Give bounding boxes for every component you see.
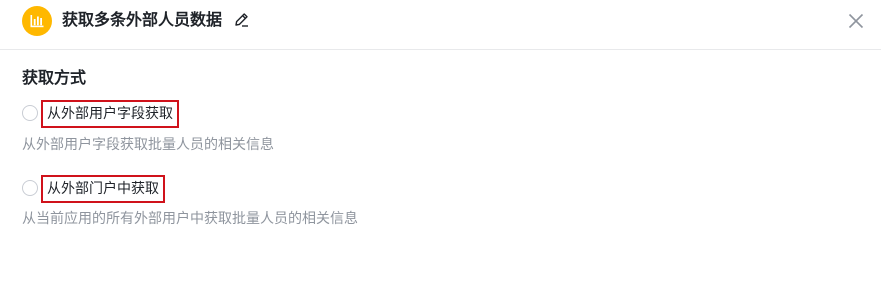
- option-description: 从外部用户字段获取批量人员的相关信息: [22, 137, 274, 153]
- section-title: 获取方式: [22, 68, 87, 87]
- radio-button[interactable]: [22, 180, 38, 196]
- dialog: 获取多条外部人员数据 获取方式 从外部用户字段获取 从外部用户字段获取批量人员的…: [0, 0, 881, 300]
- radio-button[interactable]: [22, 105, 38, 121]
- close-icon[interactable]: [848, 13, 864, 29]
- dialog-header: 获取多条外部人员数据: [0, 0, 881, 50]
- option-description: 从当前应用的所有外部用户中获取批量人员的相关信息: [22, 211, 358, 227]
- bar-chart-icon: [22, 6, 52, 36]
- option-label[interactable]: 从外部用户字段获取: [41, 100, 179, 128]
- page-title: 获取多条外部人员数据: [62, 10, 223, 29]
- pencil-icon[interactable]: [233, 11, 250, 28]
- option-label[interactable]: 从外部门户中获取: [41, 175, 165, 203]
